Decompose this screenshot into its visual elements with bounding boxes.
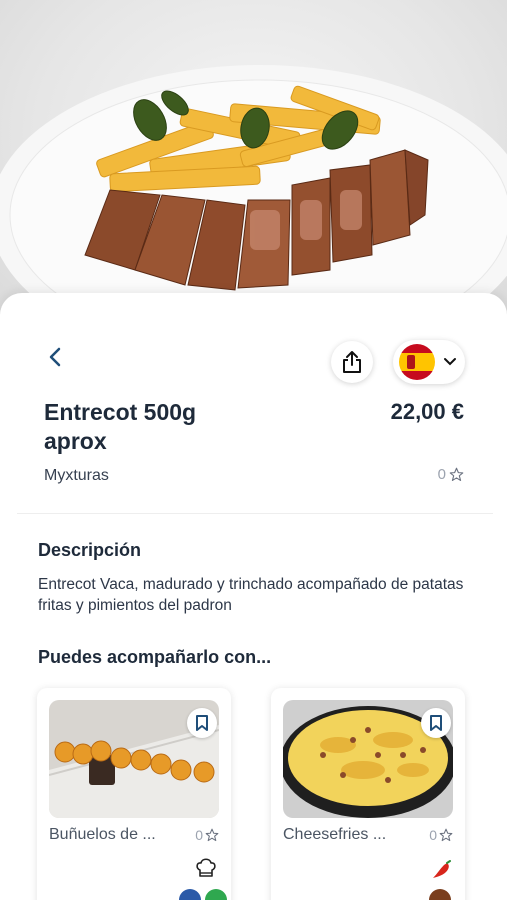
back-button[interactable] — [36, 337, 76, 377]
pairing-rating: 0 — [195, 827, 219, 843]
pairings-heading: Puedes acompañarlo con... — [38, 647, 272, 667]
bookmark-button[interactable] — [187, 708, 217, 738]
chevron-down-icon — [444, 358, 456, 366]
divider — [17, 513, 493, 514]
share-button[interactable] — [331, 341, 373, 383]
pairing-name: Buñuelos de ... — [49, 826, 156, 843]
spain-flag-icon — [399, 344, 435, 380]
pairing-card[interactable]: Buñuelos de ... 0 — [37, 688, 231, 900]
pairing-card[interactable]: Cheesefries ... 0 — [271, 688, 465, 900]
product-hero-image — [0, 0, 507, 330]
pairing-rating-count: 0 — [429, 827, 437, 843]
star-icon — [205, 828, 219, 842]
chef-hat-icon — [196, 858, 216, 877]
restaurant-name[interactable]: Myxturas — [44, 467, 109, 485]
bookmark-icon — [430, 715, 442, 731]
product-title: Entrecot 500g aprox — [44, 399, 197, 454]
bookmark-button[interactable] — [421, 708, 451, 738]
star-icon — [439, 828, 453, 842]
pairing-rating: 0 — [429, 827, 453, 843]
chevron-left-icon — [49, 347, 61, 367]
language-selector[interactable] — [393, 340, 465, 384]
description-heading: Descripción — [38, 540, 142, 560]
allergen-blue-icon — [179, 889, 201, 900]
product-price: 22,00 € — [390, 399, 464, 424]
share-icon — [343, 351, 361, 373]
allergen-brown-icon — [429, 889, 451, 900]
description-text: Entrecot Vaca, madurado y trinchado acom… — [38, 576, 464, 614]
bookmark-icon — [196, 715, 208, 731]
product-rating[interactable]: 0 — [438, 466, 464, 483]
pairing-rating-count: 0 — [195, 827, 203, 843]
rating-count: 0 — [437, 466, 446, 483]
allergen-green-icon — [205, 889, 227, 900]
pairing-name: Cheesefries ... — [283, 826, 387, 843]
star-icon — [449, 467, 464, 481]
chili-icon — [433, 860, 451, 878]
